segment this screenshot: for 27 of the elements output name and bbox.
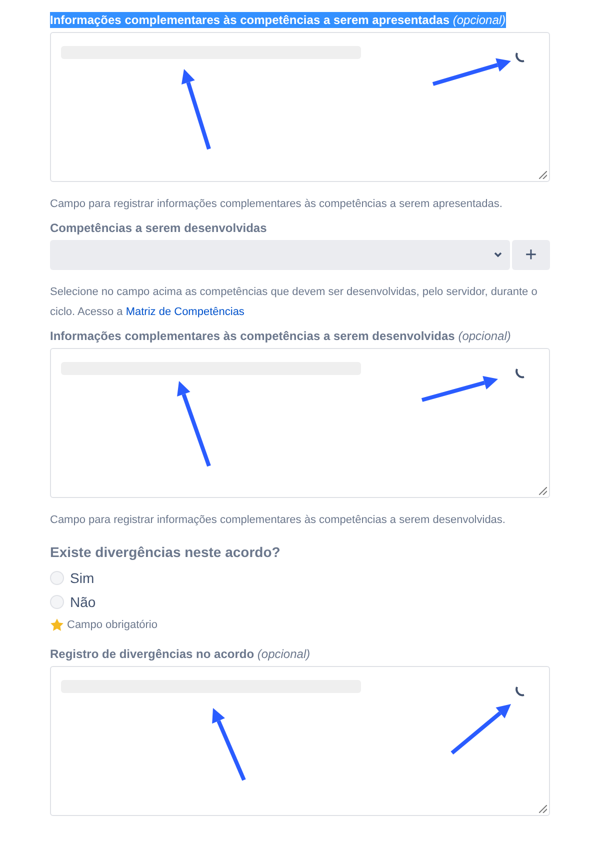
- competency-matrix-link[interactable]: Matriz de Competências: [126, 306, 244, 318]
- help-text: Campo para registrar informações complementares às competências a serem desenvolvidas.: [50, 513, 506, 528]
- select-field[interactable]: [50, 240, 510, 270]
- resize-handle-icon[interactable]: [539, 487, 547, 495]
- resize-handle-icon[interactable]: [539, 171, 547, 179]
- radio-button[interactable]: [50, 595, 64, 609]
- arrow-icon: [432, 58, 511, 86]
- arrow-icon: [421, 376, 498, 402]
- radio-button[interactable]: [50, 571, 64, 585]
- chevron-down-icon: [494, 252, 502, 258]
- question-label: Existe divergências neste acordo?: [50, 544, 282, 560]
- arrow-icon: [212, 708, 246, 781]
- help-text: Campo para registrar informações complementares às competências a serem apresentadas.: [50, 197, 504, 212]
- field-label: Informações complementares às competências a serem apresentadas (opcional): [50, 12, 506, 28]
- arrow-icon: [177, 381, 211, 467]
- radio-label: Sim: [70, 570, 94, 586]
- radio-label: Não: [70, 594, 96, 610]
- field-label: Registro de divergências no acordo (opcional): [50, 646, 310, 662]
- help-text: Selecione no campo acima as competências que devem ser desenvolvidas, pelo servidor, durante o ciclo. Acesso a Matriz de Competências: [50, 285, 538, 320]
- field-label: Competências a serem desenvolvidas: [50, 220, 267, 236]
- arrow-icon: [182, 69, 211, 150]
- arrow-icon: [450, 704, 511, 755]
- resize-handle-icon[interactable]: [539, 805, 547, 813]
- required-note: Campo obrigatório: [67, 619, 158, 631]
- field-label: Informações complementares às competências a serem desenvolvidas (opcional): [50, 328, 511, 344]
- star-icon: [50, 618, 64, 632]
- add-button[interactable]: +: [512, 240, 550, 270]
